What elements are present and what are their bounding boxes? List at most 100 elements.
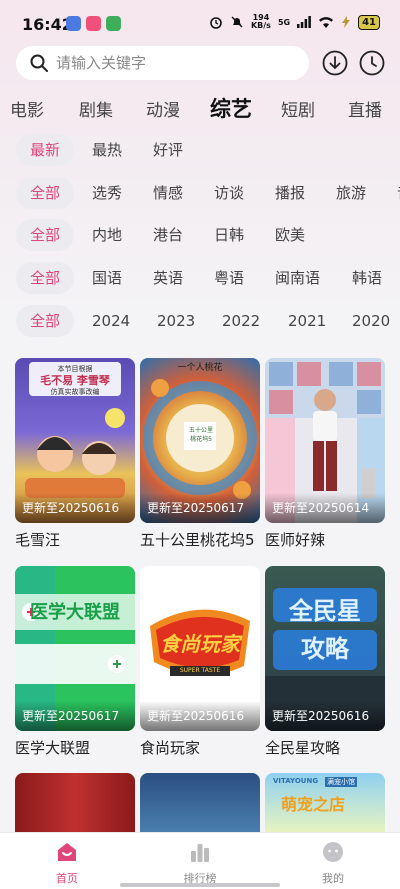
filter-chip[interactable]: 2022 xyxy=(208,305,274,337)
filter-chip[interactable]: 音 xyxy=(383,177,400,209)
show-card[interactable]: 本节目根据 毛不易 李雪琴 仿真实故事改编 更新至20250616 毛雪汪 xyxy=(15,358,135,550)
show-card[interactable]: 食尚玩家 SUPER TASTE 更新至20250616 食尚玩家 xyxy=(140,566,260,758)
home-indicator[interactable] xyxy=(120,883,280,887)
bottom-nav: 首页 排行榜 我的 xyxy=(0,832,400,889)
history-icon[interactable] xyxy=(359,50,385,76)
filter-chip[interactable]: 全部 xyxy=(16,262,75,294)
net-type: 5G xyxy=(277,17,291,27)
download-icon[interactable] xyxy=(322,50,348,76)
filter-chip[interactable]: 最新 xyxy=(16,134,75,166)
filter-chip[interactable]: 2020 xyxy=(338,305,400,337)
nav-label: 我的 xyxy=(322,872,344,885)
show-poster: 全民星攻略 更新至20250616 xyxy=(265,566,385,731)
filter-chip[interactable]: 2023 xyxy=(143,305,209,337)
nav-ranking[interactable]: 排行榜 xyxy=(155,841,245,886)
show-card[interactable]: 医学大联盟 更新至20250617 医学大联盟 xyxy=(15,566,135,758)
show-card[interactable]: 更新至20250614 医师好辣 xyxy=(265,358,385,550)
home-icon xyxy=(58,843,76,861)
poster-text: SUPER TASTE xyxy=(179,667,221,674)
show-title: 医学大联盟 xyxy=(15,739,91,757)
profile-icon xyxy=(323,842,343,862)
show-card[interactable] xyxy=(15,773,135,833)
nav-home[interactable]: 首页 xyxy=(22,841,112,886)
tab-anime[interactable]: 动漫 xyxy=(146,96,180,121)
update-label: 更新至20250617 xyxy=(15,701,135,731)
filter-chip[interactable]: 2021 xyxy=(274,305,340,337)
show-poster: 更新至20250614 xyxy=(265,358,385,523)
tab-live[interactable]: 直播 xyxy=(348,96,382,121)
tab-movie[interactable]: 电影 xyxy=(10,96,44,121)
filter-chip[interactable]: 日韩 xyxy=(200,219,258,251)
filter-chip[interactable]: 全部 xyxy=(16,305,75,337)
filter-chip[interactable]: 最热 xyxy=(78,134,136,166)
filter-chip[interactable]: 好评 xyxy=(139,134,197,166)
update-label: 更新至20250616 xyxy=(140,701,260,731)
filter-chip[interactable]: 国语 xyxy=(78,262,136,294)
show-title: 毛雪汪 xyxy=(15,531,61,549)
poster-text: 一个人桃花 xyxy=(177,363,223,373)
tab-series[interactable]: 剧集 xyxy=(79,96,113,121)
search-bar[interactable] xyxy=(16,46,309,80)
filter-chip[interactable]: 闽南语 xyxy=(261,262,334,294)
wifi-icon xyxy=(319,17,334,28)
show-poster: 一个人桃花 五十公里 桃花坞5 更新至20250617 xyxy=(140,358,260,523)
show-card[interactable]: 一个人桃花 五十公里 桃花坞5 更新至20250617 五十公里桃花坞5 xyxy=(140,358,260,550)
show-poster: 本节目根据 毛不易 李雪琴 仿真实故事改编 更新至20250616 xyxy=(15,358,135,523)
filter-chip[interactable]: 访谈 xyxy=(200,177,258,209)
status-bar: 16:42 194 KB/s 5G 41 xyxy=(0,0,400,44)
charging-icon xyxy=(342,16,351,28)
poster-text: 本节目根据 xyxy=(57,365,93,373)
show-poster: 医学大联盟 更新至20250617 xyxy=(15,566,135,731)
poster-text: 桃花坞5 xyxy=(190,436,212,443)
show-title: 医师好辣 xyxy=(265,531,326,549)
tab-short-drama[interactable]: 短剧 xyxy=(281,96,315,121)
filter-chip[interactable]: 欧美 xyxy=(261,219,319,251)
show-poster: VITAYOUNG 满宠小馆 萌宠之店 xyxy=(265,773,385,833)
mute-icon xyxy=(231,16,243,28)
filter-chip[interactable]: 播报 xyxy=(261,177,319,209)
filter-chip[interactable]: 粤语 xyxy=(200,262,258,294)
app-notification-icon xyxy=(106,16,121,31)
show-title: 五十公里桃花坞5 xyxy=(140,531,255,549)
filter-chip[interactable]: 英语 xyxy=(139,262,197,294)
show-card[interactable] xyxy=(140,773,260,833)
category-tabs: 电影 剧集 动漫 综艺 短剧 直播 xyxy=(0,92,400,128)
filter-chip[interactable]: 2024 xyxy=(78,305,144,337)
show-card[interactable]: VITAYOUNG 满宠小馆 萌宠之店 xyxy=(265,773,385,833)
filter-year: 全部 2024 2023 2022 2021 2020 xyxy=(0,305,400,337)
filter-chip[interactable]: 全部 xyxy=(16,219,75,251)
battery-indicator: 41 xyxy=(358,14,380,30)
filter-chip[interactable]: 情感 xyxy=(139,177,197,209)
filter-chip[interactable]: 内地 xyxy=(78,219,136,251)
filter-sort: 最新 最热 好评 xyxy=(0,134,400,166)
update-label: 更新至20250614 xyxy=(265,493,385,523)
ranking-icon xyxy=(191,844,209,862)
filter-chip[interactable]: 港台 xyxy=(139,219,197,251)
filter-region: 全部 内地 港台 日韩 欧美 xyxy=(0,219,400,251)
update-label: 更新至20250616 xyxy=(15,493,135,523)
filter-chip[interactable]: 全部 xyxy=(16,177,75,209)
show-card[interactable]: 全民星攻略 更新至20250616 全民星攻略 xyxy=(265,566,385,758)
poster-text: 仿真实故事改编 xyxy=(50,388,100,396)
poster-text: 食尚玩家 xyxy=(160,632,240,656)
show-title: 全民星攻略 xyxy=(265,739,341,757)
poster-text: 全民星攻略 xyxy=(289,597,361,663)
filter-chip[interactable]: 选秀 xyxy=(78,177,136,209)
search-input[interactable] xyxy=(56,54,276,72)
search-icon xyxy=(30,54,48,72)
poster-text: 萌宠之店 xyxy=(281,795,346,814)
show-poster xyxy=(15,773,135,833)
tab-variety[interactable]: 综艺 xyxy=(210,93,252,123)
poster-text: VITAYOUNG xyxy=(273,777,319,785)
nav-profile[interactable]: 我的 xyxy=(288,841,378,886)
show-title: 食尚玩家 xyxy=(140,739,201,757)
update-label: 更新至20250617 xyxy=(140,493,260,523)
filter-chip[interactable]: 旅游 xyxy=(322,177,380,209)
net-speed: 194 KB/s xyxy=(250,13,271,30)
filter-chip[interactable]: 韩语 xyxy=(338,262,396,294)
poster-text: 满宠小馆 xyxy=(325,777,357,787)
poster-text: 毛不易 李雪琴 xyxy=(40,374,110,387)
poster-text: 五十公里 xyxy=(188,427,213,434)
nav-label: 首页 xyxy=(56,872,78,885)
filter-genre: 全部 选秀 情感 访谈 播报 旅游 音 xyxy=(0,177,400,209)
